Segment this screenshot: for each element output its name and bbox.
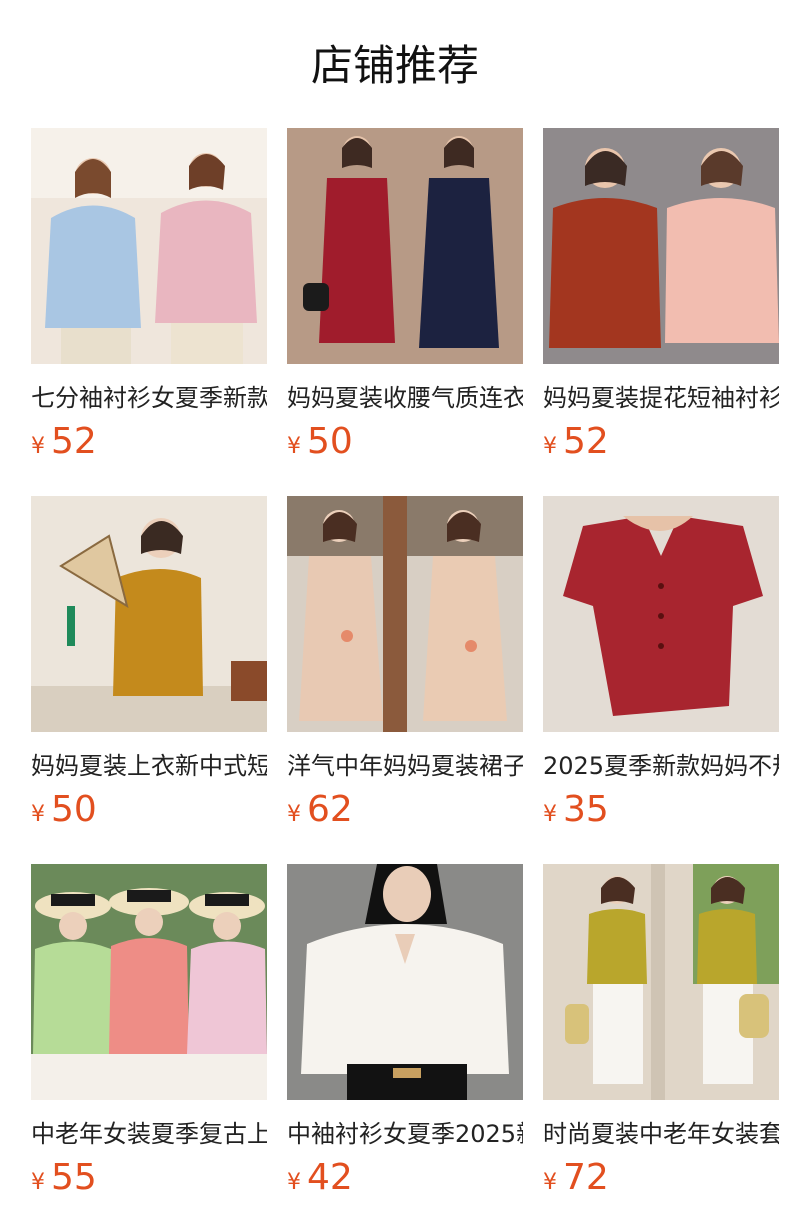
product-price: ¥52 (31, 420, 267, 470)
price-value: 50 (51, 789, 97, 830)
product-price: ¥42 (287, 1156, 523, 1206)
product-name[interactable]: 妈妈夏装提花短袖衬衫 (543, 382, 779, 414)
product-card[interactable]: 2025夏季新款妈妈不规则上衣 ¥35 (543, 496, 779, 838)
product-card[interactable]: 妈妈夏装上衣新中式短袖 ¥50 (31, 496, 267, 838)
product-image[interactable] (287, 864, 523, 1100)
product-card[interactable]: 中袖衬衫女夏季2025新款 ¥42 (287, 864, 523, 1206)
product-image[interactable] (543, 128, 779, 364)
product-name[interactable]: 妈妈夏装收腰气质连衣裙 (287, 382, 523, 414)
currency-symbol: ¥ (287, 802, 301, 827)
price-value: 35 (563, 789, 609, 830)
product-card[interactable]: 七分袖衬衫女夏季新款 ¥52 (31, 128, 267, 470)
price-value: 62 (307, 789, 353, 830)
price-value: 42 (307, 1157, 353, 1198)
product-name[interactable]: 妈妈夏装上衣新中式短袖 (31, 750, 267, 782)
price-value: 52 (51, 421, 97, 462)
price-value: 55 (51, 1157, 97, 1198)
price-value: 52 (563, 421, 609, 462)
product-image[interactable] (287, 128, 523, 364)
product-price: ¥72 (543, 1156, 779, 1206)
recommendation-grid: 七分袖衬衫女夏季新款 ¥52 妈妈夏装收腰气质连衣裙 ¥50 (0, 0, 790, 1232)
product-price: ¥35 (543, 788, 779, 838)
product-price: ¥50 (287, 420, 523, 470)
product-name[interactable]: 中老年女装夏季复古上衣 (31, 1118, 267, 1150)
currency-symbol: ¥ (543, 434, 557, 459)
product-card[interactable]: 时尚夏装中老年女装套装 ¥72 (543, 864, 779, 1206)
currency-symbol: ¥ (287, 1170, 301, 1195)
product-price: ¥52 (543, 420, 779, 470)
product-price: ¥62 (287, 788, 523, 838)
product-image[interactable] (31, 128, 267, 364)
product-name[interactable]: 洋气中年妈妈夏装裙子 (287, 750, 523, 782)
currency-symbol: ¥ (31, 802, 45, 827)
product-price: ¥55 (31, 1156, 267, 1206)
product-name[interactable]: 中袖衬衫女夏季2025新款 (287, 1118, 523, 1150)
product-image[interactable] (31, 496, 267, 732)
currency-symbol: ¥ (543, 1170, 557, 1195)
price-value: 72 (563, 1157, 609, 1198)
product-name[interactable]: 2025夏季新款妈妈不规则上衣 (543, 750, 779, 782)
product-image[interactable] (543, 864, 779, 1100)
product-name[interactable]: 时尚夏装中老年女装套装 (543, 1118, 779, 1150)
currency-symbol: ¥ (31, 1170, 45, 1195)
product-card[interactable]: 洋气中年妈妈夏装裙子 ¥62 (287, 496, 523, 838)
product-image[interactable] (287, 496, 523, 732)
product-price: ¥50 (31, 788, 267, 838)
product-image[interactable] (31, 864, 267, 1100)
product-name[interactable]: 七分袖衬衫女夏季新款 (31, 382, 267, 414)
price-value: 50 (307, 421, 353, 462)
currency-symbol: ¥ (287, 434, 301, 459)
product-card[interactable]: 妈妈夏装收腰气质连衣裙 ¥50 (287, 128, 523, 470)
product-image[interactable] (543, 496, 779, 732)
currency-symbol: ¥ (543, 802, 557, 827)
product-card[interactable]: 妈妈夏装提花短袖衬衫 ¥52 (543, 128, 779, 470)
currency-symbol: ¥ (31, 434, 45, 459)
product-card[interactable]: 中老年女装夏季复古上衣 ¥55 (31, 864, 267, 1206)
